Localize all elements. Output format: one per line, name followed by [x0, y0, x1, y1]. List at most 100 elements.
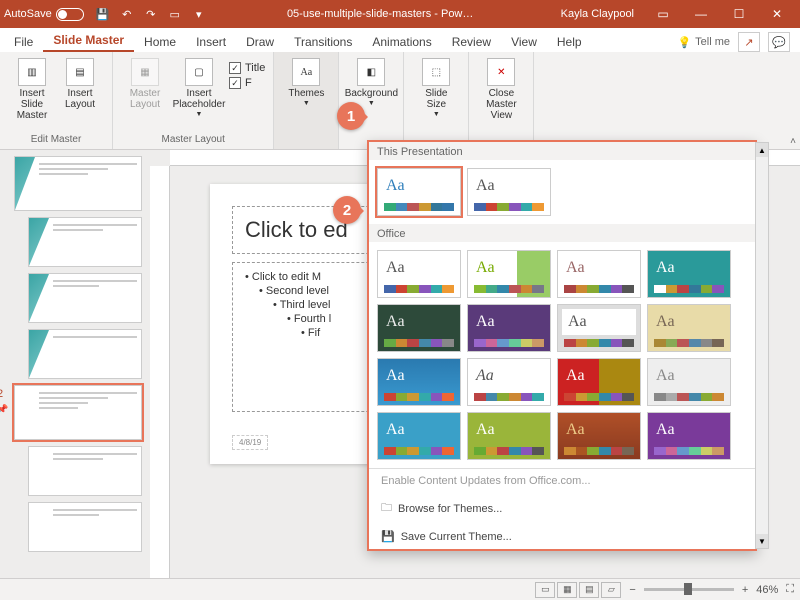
- theme-card[interactable]: Aa: [467, 358, 551, 406]
- theme-card[interactable]: Aa: [647, 412, 731, 460]
- redo-icon[interactable]: ↷: [140, 3, 162, 25]
- group-edit-master: Edit Master: [31, 134, 82, 147]
- tab-file[interactable]: File: [4, 31, 43, 52]
- tab-home[interactable]: Home: [134, 31, 186, 52]
- slide-size-icon: ⬚: [422, 58, 450, 86]
- fit-window-icon[interactable]: ⛶: [786, 583, 794, 596]
- slide-master-thumb-1[interactable]: [14, 156, 142, 211]
- chevron-down-icon: ▼: [433, 111, 440, 119]
- tab-help[interactable]: Help: [547, 31, 592, 52]
- slide-size-button[interactable]: ⬚ Slide Size ▼: [412, 56, 460, 121]
- tab-slide-master[interactable]: Slide Master: [43, 29, 134, 52]
- minimize-icon[interactable]: —: [682, 0, 720, 28]
- close-window-icon[interactable]: ✕: [758, 0, 796, 28]
- themes-button[interactable]: Aa Themes ▼: [282, 56, 330, 110]
- theme-card[interactable]: Aa: [647, 304, 731, 352]
- theme-card[interactable]: Aa: [647, 358, 731, 406]
- footers-checkbox[interactable]: ✓F: [229, 77, 265, 89]
- start-slideshow-icon[interactable]: ▭: [164, 3, 186, 25]
- theme-card[interactable]: Aa: [557, 250, 641, 298]
- tab-transitions[interactable]: Transitions: [284, 31, 362, 52]
- group-master-layout: Master Layout: [162, 134, 225, 147]
- theme-card[interactable]: Aa: [467, 304, 551, 352]
- themes-icon: Aa: [292, 58, 320, 86]
- theme-card[interactable]: Aa: [557, 304, 641, 352]
- ribbon-options-icon[interactable]: ▭: [644, 0, 682, 28]
- title-checkbox[interactable]: ✓Title: [229, 62, 265, 74]
- layout-thumb[interactable]: [28, 329, 142, 379]
- chevron-down-icon: ▼: [368, 100, 375, 108]
- layout-thumb[interactable]: [28, 217, 142, 267]
- chevron-down-icon: ▼: [303, 100, 310, 108]
- tab-draw[interactable]: Draw: [236, 31, 284, 52]
- slideshow-view-icon[interactable]: ▱: [601, 582, 621, 598]
- theme-card[interactable]: Aa: [557, 412, 641, 460]
- zoom-slider[interactable]: [644, 588, 734, 591]
- theme-card[interactable]: Aa: [377, 250, 461, 298]
- chevron-down-icon: ▼: [196, 111, 203, 119]
- close-master-view-button[interactable]: ✕ Close Master View: [477, 56, 525, 123]
- flyout-scrollbar[interactable]: ▲ ▼: [755, 142, 769, 549]
- folder-icon: 🗀: [381, 499, 392, 518]
- maximize-icon[interactable]: ☐: [720, 0, 758, 28]
- browse-for-themes[interactable]: 🗀Browse for Themes...: [369, 493, 755, 524]
- layout-thumb[interactable]: [28, 273, 142, 323]
- save-current-theme[interactable]: 💾Save Current Theme...: [369, 524, 755, 549]
- tab-review[interactable]: Review: [442, 31, 501, 52]
- document-title: 05-use-multiple-slide-masters - Pow…: [210, 8, 551, 20]
- theme-card[interactable]: Aa: [647, 250, 731, 298]
- theme-card[interactable]: Aa: [377, 412, 461, 460]
- layout-thumb[interactable]: [28, 502, 142, 552]
- layout-thumb[interactable]: [28, 446, 142, 496]
- scroll-up-icon[interactable]: ▲: [756, 143, 768, 157]
- comments-button[interactable]: 💬: [768, 32, 790, 52]
- enable-content-updates: Enable Content Updates from Office.com..…: [369, 469, 755, 493]
- ribbon: ▥ Insert Slide Master ▤ Insert Layout Ed…: [0, 52, 800, 150]
- thumbnail-pane[interactable]: 2 📌: [0, 150, 150, 578]
- normal-view-icon[interactable]: ▭: [535, 582, 555, 598]
- section-this-presentation: This Presentation: [369, 142, 755, 160]
- theme-card[interactable]: Aa: [377, 168, 461, 216]
- placeholder-icon: ▢: [185, 58, 213, 86]
- user-name[interactable]: Kayla Claypool: [561, 8, 634, 20]
- ruler-vertical: [150, 166, 170, 578]
- status-bar: ▭ ▦ ▤ ▱ − + 46% ⛶: [0, 578, 800, 600]
- collapse-ribbon-icon[interactable]: ˄: [790, 136, 796, 147]
- share-button[interactable]: ↗: [738, 32, 760, 52]
- save-icon: 💾: [381, 530, 395, 543]
- title-bar: AutoSave 💾 ↶ ↷ ▭ ▾ 05-use-multiple-slide…: [0, 0, 800, 28]
- theme-card[interactable]: Aa: [377, 304, 461, 352]
- slide-master-icon: ▥: [18, 58, 46, 86]
- zoom-level[interactable]: 46%: [756, 584, 778, 596]
- lightbulb-icon: 💡: [677, 36, 691, 49]
- theme-card[interactable]: Aa: [467, 412, 551, 460]
- pin-icon: 📌: [0, 404, 8, 415]
- undo-icon[interactable]: ↶: [116, 3, 138, 25]
- theme-card[interactable]: Aa: [557, 358, 641, 406]
- zoom-out-icon[interactable]: −: [629, 584, 635, 596]
- tab-animations[interactable]: Animations: [362, 31, 441, 52]
- insert-slide-master-button[interactable]: ▥ Insert Slide Master: [8, 56, 56, 123]
- master-layout-button: ▦ Master Layout: [121, 56, 169, 112]
- theme-card[interactable]: Aa: [377, 358, 461, 406]
- autosave-label: AutoSave: [4, 8, 52, 20]
- reading-view-icon[interactable]: ▤: [579, 582, 599, 598]
- ribbon-tabs: File Slide Master Home Insert Draw Trans…: [0, 28, 800, 52]
- tell-me-search[interactable]: 💡 Tell me: [677, 36, 730, 49]
- close-icon: ✕: [487, 58, 515, 86]
- tab-insert[interactable]: Insert: [186, 31, 236, 52]
- autosave-toggle[interactable]: [56, 8, 84, 21]
- insert-placeholder-button[interactable]: ▢ Insert Placeholder ▼: [175, 56, 223, 121]
- theme-card[interactable]: Aa: [467, 168, 551, 216]
- qat-more-icon[interactable]: ▾: [188, 3, 210, 25]
- slide-master-thumb-2[interactable]: 2 📌: [14, 385, 142, 440]
- date-placeholder[interactable]: 4/8/19: [232, 435, 268, 450]
- zoom-in-icon[interactable]: +: [742, 584, 748, 596]
- insert-layout-button[interactable]: ▤ Insert Layout: [56, 56, 104, 123]
- sorter-view-icon[interactable]: ▦: [557, 582, 577, 598]
- theme-card[interactable]: Aa: [467, 250, 551, 298]
- themes-gallery-flyout: ▲ ▼ This Presentation Aa Aa Office Aa Aa…: [367, 140, 757, 551]
- tab-view[interactable]: View: [501, 31, 547, 52]
- scroll-down-icon[interactable]: ▼: [756, 534, 768, 548]
- save-icon[interactable]: 💾: [92, 3, 114, 25]
